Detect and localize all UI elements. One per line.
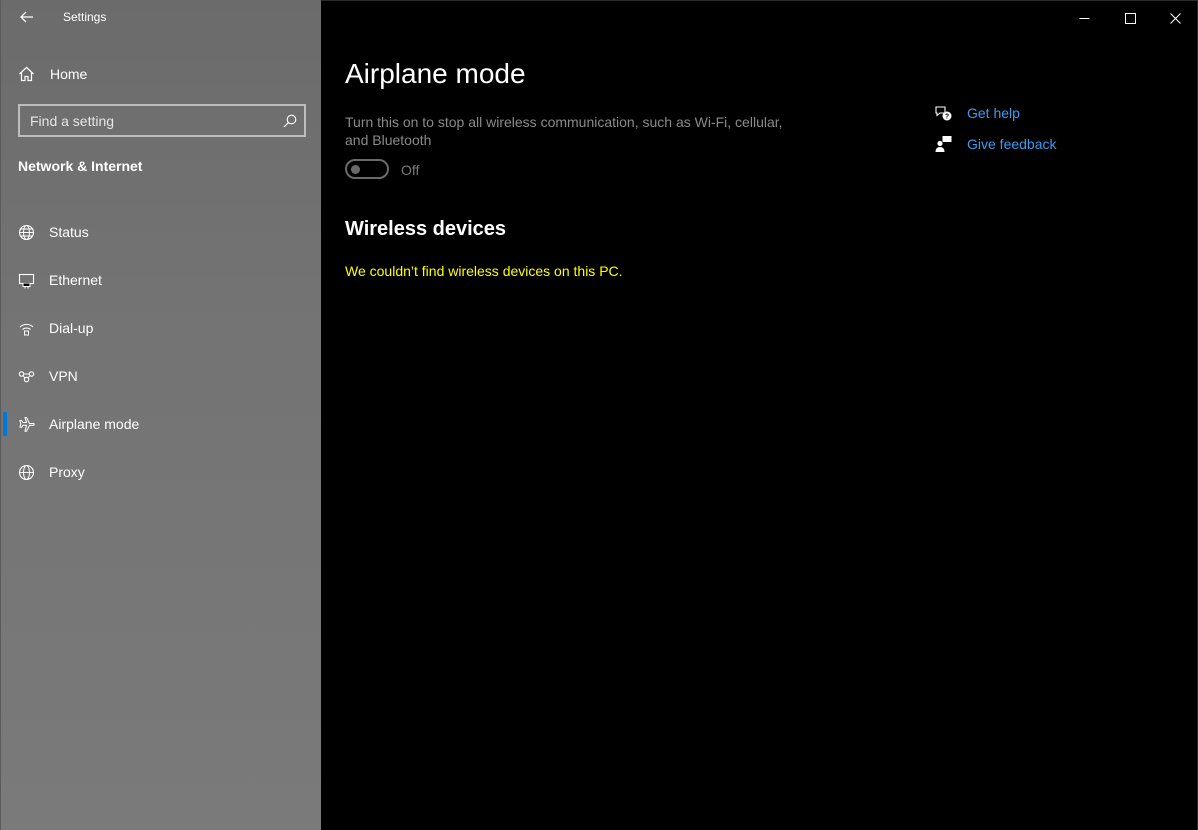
globe-icon xyxy=(18,464,35,481)
search-button[interactable] xyxy=(276,114,304,128)
back-arrow-icon xyxy=(20,11,33,23)
sidebar-nav: Status Ethernet Dial-up VPN Airplane mod… xyxy=(1,208,322,496)
title-bar: Settings xyxy=(1,0,322,34)
close-icon xyxy=(1169,12,1181,24)
get-help-link[interactable]: ? Get help xyxy=(933,103,1020,123)
sidebar-item-proxy[interactable]: Proxy xyxy=(1,448,322,496)
wireless-devices-message: We couldn’t find wireless devices on thi… xyxy=(345,263,623,279)
wireless-devices-title: Wireless devices xyxy=(345,218,507,240)
airplane-icon xyxy=(18,416,35,433)
page-title: Airplane mode xyxy=(345,58,526,89)
sidebar-item-label: Ethernet xyxy=(49,272,102,288)
vpn-icon xyxy=(18,368,35,385)
dial-up-icon xyxy=(18,320,35,337)
give-feedback-link[interactable]: Give feedback xyxy=(933,134,1057,154)
sidebar-item-vpn[interactable]: VPN xyxy=(1,352,322,400)
sidebar-item-ethernet[interactable]: Ethernet xyxy=(1,256,322,304)
sidebar-item-status[interactable]: Status xyxy=(1,208,322,256)
close-button[interactable] xyxy=(1152,1,1198,35)
sidebar: Settings Home Network & Internet xyxy=(0,0,321,830)
home-link[interactable]: Home xyxy=(18,62,306,86)
sidebar-item-label: Airplane mode xyxy=(49,416,140,432)
ethernet-icon xyxy=(18,272,35,289)
maximize-button[interactable] xyxy=(1107,1,1153,35)
toggle-state-label: Off xyxy=(401,162,420,178)
help-chat-icon: ? xyxy=(933,103,953,123)
home-icon xyxy=(19,66,34,82)
sidebar-item-label: Dial-up xyxy=(49,320,94,336)
app-title: Settings xyxy=(63,10,107,24)
search-input[interactable] xyxy=(20,112,276,129)
minimize-button[interactable] xyxy=(1061,1,1107,35)
sidebar-item-label: VPN xyxy=(49,368,78,384)
feedback-icon xyxy=(933,134,953,154)
sidebar-section-title: Network & Internet xyxy=(18,158,143,174)
home-label: Home xyxy=(50,66,88,82)
main-content: Airplane mode Turn this on to stop all w… xyxy=(321,0,1198,830)
sidebar-item-airplane-mode[interactable]: Airplane mode xyxy=(1,400,322,448)
maximize-icon xyxy=(1124,12,1136,24)
airplane-mode-description: Turn this on to stop all wireless commun… xyxy=(345,114,783,148)
back-button[interactable] xyxy=(15,6,39,28)
toggle-knob xyxy=(351,165,360,174)
sidebar-item-dial-up[interactable]: Dial-up xyxy=(1,304,322,352)
sidebar-item-label: Proxy xyxy=(49,464,85,480)
sidebar-item-label: Status xyxy=(49,224,89,240)
globe-status-icon xyxy=(18,224,35,241)
search-box[interactable] xyxy=(18,104,306,137)
get-help-label: Get help xyxy=(967,105,1020,121)
airplane-mode-toggle[interactable] xyxy=(345,159,389,179)
svg-text:?: ? xyxy=(944,113,948,120)
search-icon xyxy=(283,114,297,127)
minimize-icon xyxy=(1079,17,1089,19)
give-feedback-label: Give feedback xyxy=(967,136,1057,152)
